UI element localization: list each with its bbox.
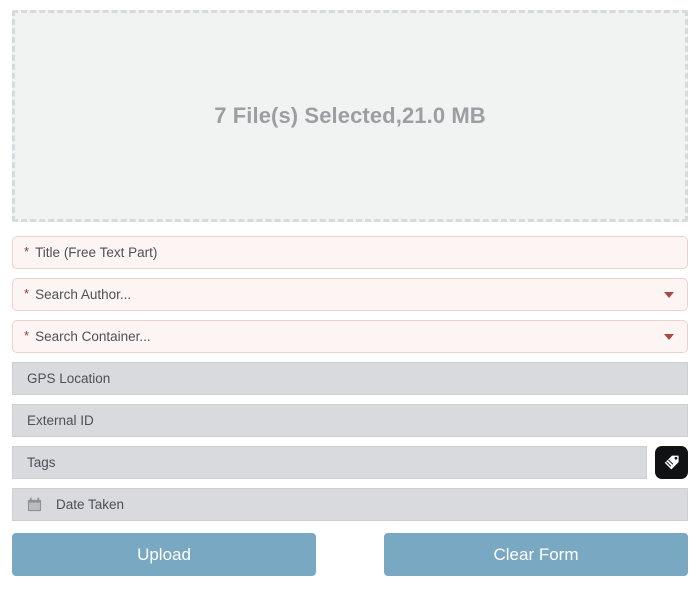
gps-location-field[interactable]: GPS Location (12, 362, 688, 395)
form-actions: Upload Clear Form (12, 533, 688, 576)
author-field-label: Search Author... (35, 287, 132, 302)
external-id-field[interactable]: External ID (12, 404, 688, 437)
date-taken-field-label: Date Taken (56, 497, 125, 512)
required-marker-container: * (24, 328, 30, 343)
container-dropdown-field[interactable]: * Search Container... (12, 320, 688, 353)
clear-form-button[interactable]: Clear Form (384, 533, 688, 576)
title-field[interactable]: * Title (Free Text Part) (12, 236, 688, 269)
tags-field[interactable]: Tags (12, 446, 647, 479)
tags-field-label: Tags (27, 455, 56, 470)
required-marker-author: * (24, 286, 30, 301)
upload-button[interactable]: Upload (12, 533, 316, 576)
title-field-label: Title (Free Text Part) (35, 245, 158, 260)
gps-location-field-label: GPS Location (27, 371, 111, 386)
file-dropzone[interactable]: 7 File(s) Selected,21.0 MB (12, 10, 688, 222)
chevron-down-icon[interactable] (664, 333, 674, 340)
tag-icon (661, 452, 682, 473)
chevron-down-icon[interactable] (664, 291, 674, 298)
external-id-field-label: External ID (27, 413, 94, 428)
container-field-label: Search Container... (35, 329, 151, 344)
calendar-icon (27, 497, 42, 512)
dropzone-status-text: 7 File(s) Selected,21.0 MB (214, 103, 486, 128)
author-dropdown-field[interactable]: * Search Author... (12, 278, 688, 311)
date-taken-field[interactable]: Date Taken (12, 488, 688, 521)
tag-icon-button[interactable] (655, 446, 688, 479)
required-marker-title: * (24, 244, 30, 259)
tags-row: Tags (12, 446, 688, 479)
upload-form-page: 7 File(s) Selected,21.0 MB * Title (Free… (0, 0, 700, 615)
